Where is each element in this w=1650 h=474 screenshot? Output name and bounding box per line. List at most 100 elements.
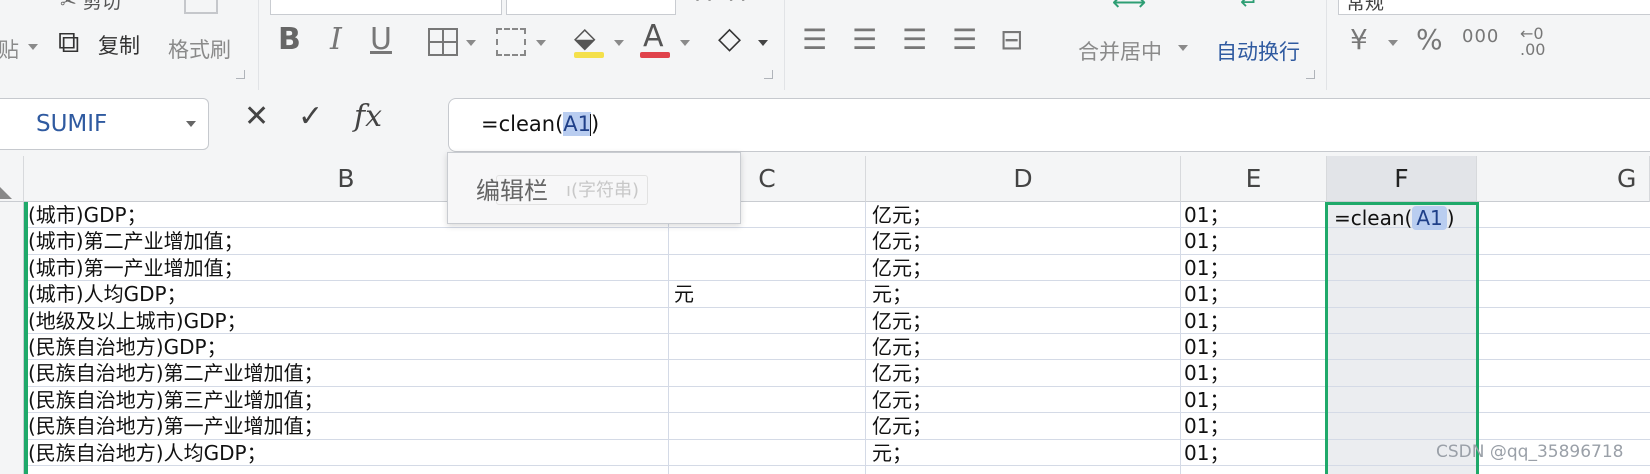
currency-icon[interactable]: ¥ xyxy=(1350,26,1368,54)
cell-d[interactable]: 亿元； xyxy=(872,413,932,439)
clipboard-group-launcher[interactable] xyxy=(236,70,245,79)
name-box-dropdown-icon[interactable] xyxy=(186,121,196,127)
font-color-swatch xyxy=(640,52,670,58)
cell-b[interactable]: (城市)GDP； xyxy=(28,202,147,228)
group-separator xyxy=(1326,0,1327,90)
merge-center-icon[interactable]: ⟷ xyxy=(1112,0,1146,14)
cell-e[interactable]: 01； xyxy=(1184,334,1229,360)
merge-center-button[interactable]: 合并居中 xyxy=(1078,36,1162,66)
borders-dropdown-icon[interactable] xyxy=(466,40,476,46)
cell-d[interactable]: 亿元； xyxy=(872,228,932,254)
cell-d[interactable]: 亿元； xyxy=(872,360,932,386)
cell-b[interactable]: (地级及以上城市)GDP； xyxy=(28,308,247,334)
cell-b[interactable]: (民族自治地方)第三产业增加值； xyxy=(28,387,324,413)
fx-icon[interactable]: fx xyxy=(354,102,382,132)
cut-button[interactable]: ✂ 剪切 xyxy=(60,0,121,14)
cell-b[interactable]: (民族自治地方)第一产业增加值； xyxy=(28,413,324,439)
cell-d[interactable]: 亿元； xyxy=(872,202,932,228)
increase-decimal-icon[interactable]: ←0 .00 xyxy=(1520,26,1545,58)
cell-d[interactable]: 亿元； xyxy=(872,387,932,413)
name-box-value: SUMIF xyxy=(36,111,108,137)
cell-b[interactable]: (民族自治地方)GDP； xyxy=(28,334,227,360)
cell-d[interactable]: 元； xyxy=(872,440,912,466)
clear-format-dropdown-icon[interactable] xyxy=(758,40,768,46)
fill-color-dropdown-icon[interactable] xyxy=(614,40,624,46)
formula-input[interactable]: =clean(A1) xyxy=(448,98,1650,152)
select-all-triangle-icon xyxy=(0,187,12,199)
cell-b[interactable]: (民族自治地方)第二产业增加值； xyxy=(28,360,324,386)
name-box[interactable]: SUMIF xyxy=(0,98,209,150)
cell-e[interactable]: 01； xyxy=(1184,255,1229,281)
vertical-align-icons[interactable]: ‾‾ ‾‾ ‾‾ xyxy=(900,0,1008,12)
font-color-dropdown-icon[interactable] xyxy=(680,40,690,46)
font-color-icon[interactable]: A xyxy=(643,22,664,52)
column-line xyxy=(1180,202,1181,474)
cell-e[interactable]: 01； xyxy=(1184,228,1229,254)
align-left-icon[interactable]: ☰ xyxy=(802,26,827,54)
group-separator xyxy=(784,0,785,90)
cell-b[interactable]: (城市)第一产业增加值； xyxy=(28,255,244,281)
confirm-icon[interactable]: ✓ xyxy=(298,102,323,132)
formula-bar-tooltip: ı(字符串) 编辑栏 xyxy=(447,152,741,224)
number-format-box[interactable] xyxy=(1338,0,1650,15)
cell-b[interactable]: (民族自治地方)人均GDP； xyxy=(28,440,267,466)
select-all-corner[interactable] xyxy=(0,156,24,202)
thousands-separator-icon[interactable]: 000 xyxy=(1462,28,1499,46)
fill-color-icon[interactable]: ⬙ xyxy=(574,24,596,52)
cell-e[interactable]: 01； xyxy=(1184,440,1229,466)
column-header-e[interactable]: E xyxy=(1181,156,1327,202)
align-center-icon[interactable]: ☰ xyxy=(852,26,877,54)
clear-format-icon[interactable]: ◇ xyxy=(718,24,741,54)
paste-dropdown-icon[interactable] xyxy=(28,44,38,50)
bold-button[interactable]: B xyxy=(278,25,301,55)
formula-text: =clean(A1) xyxy=(481,112,599,136)
cell-style-dropdown-icon[interactable] xyxy=(536,40,546,46)
distributed-align-icon[interactable]: ⊟ xyxy=(1000,26,1023,54)
cell-e[interactable]: 01； xyxy=(1184,281,1229,307)
format-painter-icon[interactable] xyxy=(184,0,218,14)
wrap-text-button[interactable]: 自动换行 xyxy=(1216,36,1300,66)
formula-reference: A1 xyxy=(563,112,592,136)
copy-button[interactable]: 复制 xyxy=(98,30,140,60)
cell-d[interactable]: 元； xyxy=(872,281,912,307)
paste-button[interactable]: 贴 xyxy=(0,34,19,64)
justify-icon[interactable]: ☰ xyxy=(952,26,977,54)
cell-e[interactable]: 01； xyxy=(1184,202,1229,228)
borders-icon[interactable] xyxy=(428,28,458,56)
font-name-box[interactable] xyxy=(270,0,502,15)
underline-button[interactable]: U xyxy=(370,25,392,55)
cell-d[interactable]: 亿元； xyxy=(872,255,932,281)
align-right-icon[interactable]: ☰ xyxy=(902,26,927,54)
alignment-group-launcher[interactable] xyxy=(1306,70,1315,79)
percent-icon[interactable]: % xyxy=(1416,26,1443,54)
column-line xyxy=(668,202,669,474)
cell-e[interactable]: 01； xyxy=(1184,360,1229,386)
column-header-d[interactable]: D xyxy=(866,156,1181,202)
merge-center-dropdown-icon[interactable] xyxy=(1178,45,1188,51)
cancel-icon[interactable]: ✕ xyxy=(244,102,269,132)
cell-e[interactable]: 01； xyxy=(1184,413,1229,439)
row-number-gutter[interactable] xyxy=(0,202,24,474)
ribbon-toolbar: 常规 贴 ✂ 剪切 ⧉ 复制 格式刷 B I U ⬙ A ◇ A⁺ A⁻ ☰ ☰… xyxy=(0,0,1650,93)
italic-button[interactable]: I xyxy=(330,25,342,55)
cell-d[interactable]: 亿元； xyxy=(872,334,932,360)
cell-style-icon[interactable] xyxy=(496,28,526,56)
copy-icon[interactable]: ⧉ xyxy=(58,28,79,58)
column-header-f[interactable]: F xyxy=(1327,156,1477,202)
font-group-launcher[interactable] xyxy=(764,70,773,79)
column-header-g-label: G xyxy=(1617,164,1637,193)
cell-d[interactable]: 亿元； xyxy=(872,308,932,334)
cell-b[interactable]: (城市)人均GDP； xyxy=(28,281,187,307)
cell-e[interactable]: 01； xyxy=(1184,387,1229,413)
column-header-g[interactable]: G xyxy=(1477,156,1650,202)
cell-b[interactable]: (城市)第二产业增加值； xyxy=(28,228,244,254)
cell-c[interactable]: 元 xyxy=(674,281,694,307)
currency-dropdown-icon[interactable] xyxy=(1388,40,1398,46)
cell-f1[interactable]: =clean(A1) xyxy=(1334,204,1455,232)
wrap-text-icon[interactable]: ↵ xyxy=(1240,0,1258,14)
cell-e[interactable]: 01； xyxy=(1184,308,1229,334)
format-painter-button[interactable]: 格式刷 xyxy=(168,34,231,64)
font-size-box[interactable] xyxy=(506,0,676,15)
font-size-grow-icon[interactable]: A⁺ A⁻ xyxy=(696,0,756,6)
spreadsheet-grid[interactable]: B C D E F G (城市)GDP； 亿元； 01； (城市)第二产业增加值； 亿元… xyxy=(0,156,1650,474)
